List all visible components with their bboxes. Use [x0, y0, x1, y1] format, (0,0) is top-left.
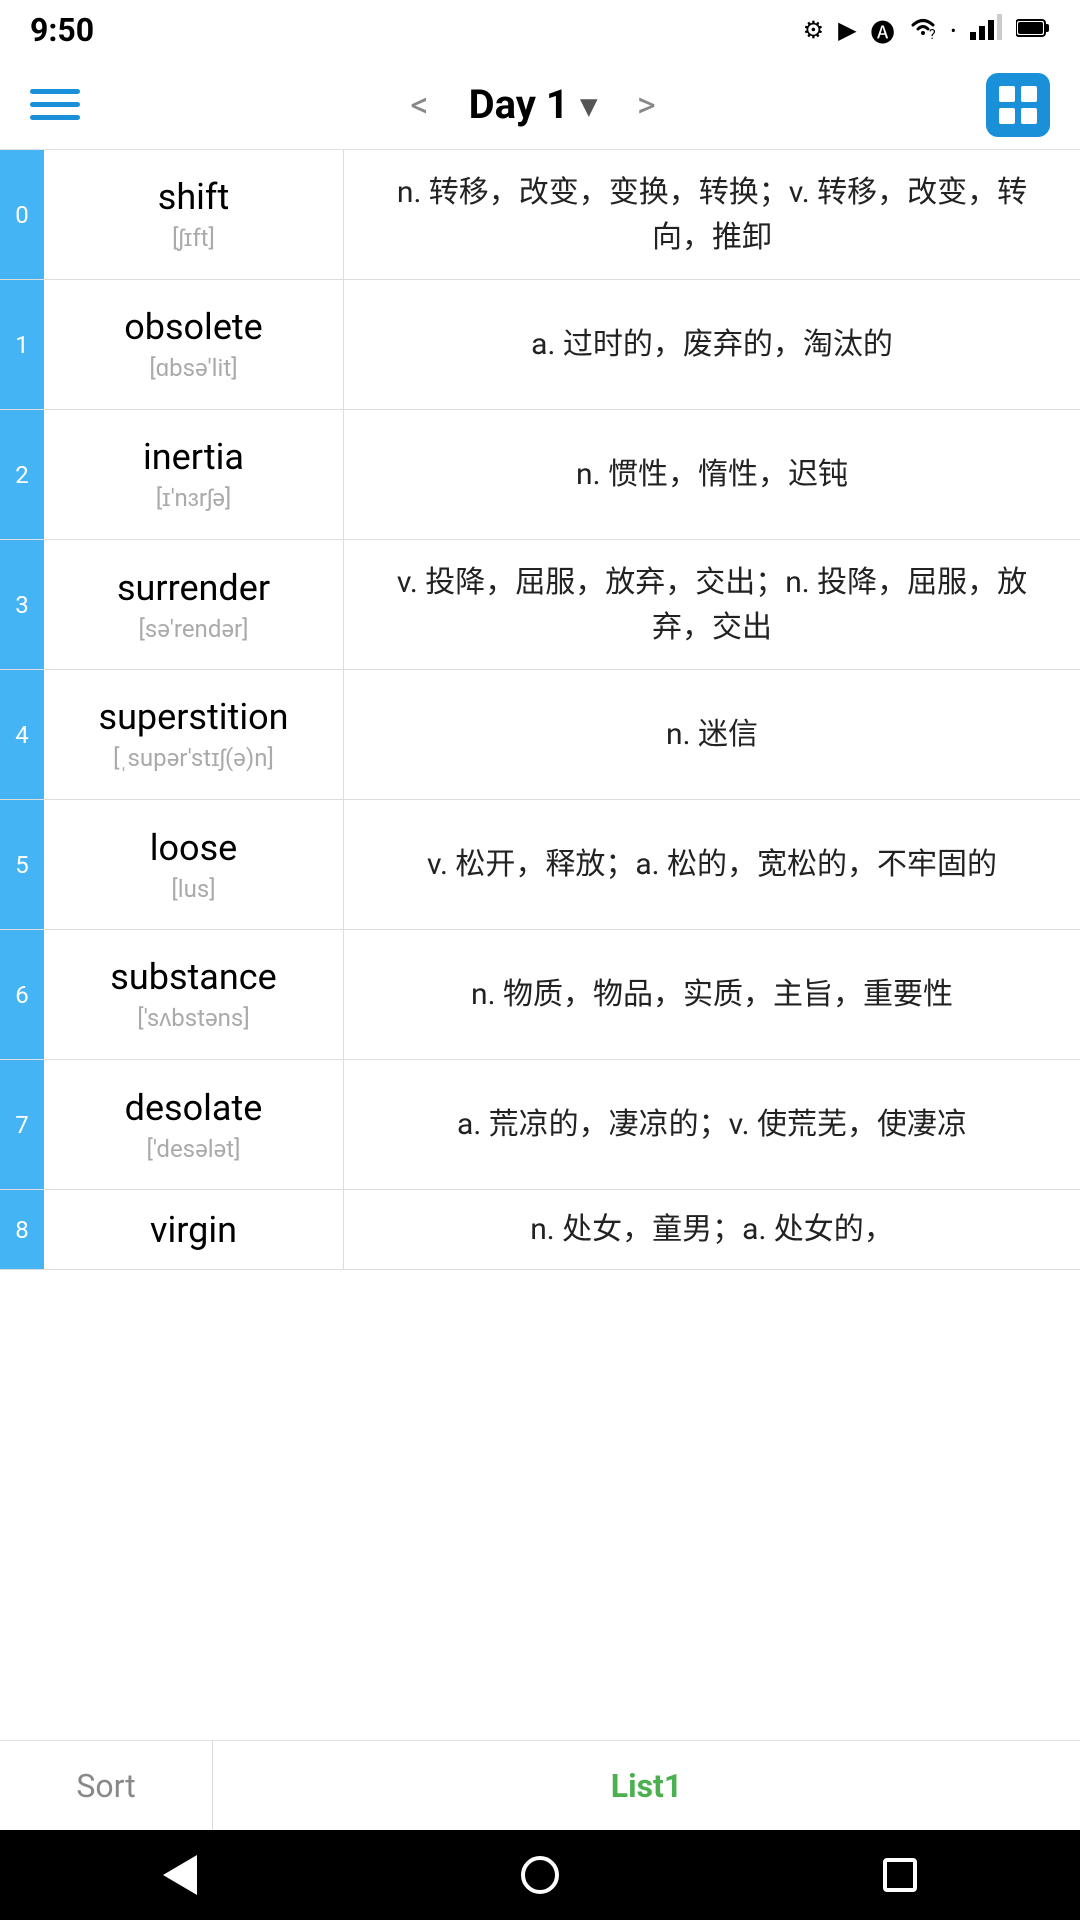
- row-word: obsolete [ɑbsə'lit]: [44, 280, 344, 409]
- back-icon: [163, 1855, 197, 1895]
- row-definition: n. 物质，物品，实质，主旨，重要性: [344, 930, 1080, 1059]
- row-definition: v. 松开，释放；a. 松的，宽松的，不牢固的: [344, 800, 1080, 929]
- home-icon: [521, 1856, 559, 1894]
- word-row[interactable]: 2 inertia [ɪ'nɜrʃə] n. 惯性，惰性，迟钝: [0, 410, 1080, 540]
- grid-view-button[interactable]: [986, 73, 1050, 137]
- word-phonetic: ['desələt]: [147, 1135, 241, 1163]
- word-row[interactable]: 3 surrender [sə'rendər] v. 投降，屈服，放弃，交出；n…: [0, 540, 1080, 670]
- sort-tab[interactable]: Sort: [0, 1741, 213, 1830]
- word-list: 0 shift [ʃɪft] n. 转移，改变，变换，转换；v. 转移，改变，转…: [0, 150, 1080, 1740]
- battery-icon: [1016, 16, 1050, 44]
- play-icon: ▶: [838, 16, 856, 44]
- row-index: 1: [0, 280, 44, 409]
- android-nav-bar: [0, 1830, 1080, 1920]
- row-definition: a. 过时的，废弃的，淘汰的: [344, 280, 1080, 409]
- word-english: virgin: [150, 1209, 237, 1251]
- word-phonetic: [sə'rendər]: [138, 615, 248, 643]
- status-icons: ⚙ ▶ 🅐 ? •: [803, 13, 1050, 48]
- row-word: superstition [ˌsupər'stɪʃ(ə)n]: [44, 670, 344, 799]
- word-row[interactable]: 6 substance ['sʌbstəns] n. 物质，物品，实质，主旨，重…: [0, 930, 1080, 1060]
- row-definition: n. 转移，改变，变换，转换；v. 转移，改变，转向，推卸: [344, 150, 1080, 279]
- word-english: obsolete: [124, 306, 263, 348]
- word-phonetic: [ʃɪft]: [172, 224, 215, 253]
- row-word: shift [ʃɪft]: [44, 150, 344, 279]
- wifi-icon: ?: [909, 15, 937, 45]
- gear-icon: ⚙: [803, 16, 825, 44]
- row-definition: n. 迷信: [344, 670, 1080, 799]
- recents-button[interactable]: [870, 1845, 930, 1905]
- word-phonetic: [ɪ'nɜrʃə]: [156, 484, 232, 513]
- list1-tab-label: List1: [611, 1767, 682, 1805]
- word-row[interactable]: 5 loose [lus] v. 松开，释放；a. 松的，宽松的，不牢固的: [0, 800, 1080, 930]
- word-english: desolate: [125, 1087, 263, 1129]
- svg-text:?: ?: [929, 27, 936, 39]
- word-english: loose: [150, 827, 238, 869]
- row-definition: a. 荒凉的，凄凉的；v. 使荒芜，使凄凉: [344, 1060, 1080, 1189]
- word-phonetic: [lus]: [171, 875, 215, 903]
- word-row[interactable]: 0 shift [ʃɪft] n. 转移，改变，变换，转换；v. 转移，改变，转…: [0, 150, 1080, 280]
- prev-day-button[interactable]: <: [400, 79, 438, 131]
- row-index: 4: [0, 670, 44, 799]
- word-phonetic: [ɑbsə'lit]: [149, 354, 237, 383]
- word-english: surrender: [117, 567, 270, 609]
- a-icon: 🅐: [871, 13, 895, 48]
- sort-tab-label: Sort: [76, 1767, 135, 1805]
- status-bar: 9:50 ⚙ ▶ 🅐 ? •: [0, 0, 1080, 60]
- bottom-tab-bar: Sort List1: [0, 1740, 1080, 1830]
- row-index: 5: [0, 800, 44, 929]
- row-index: 0: [0, 150, 44, 279]
- word-row[interactable]: 8 virgin n. 处女，童男；a. 处女的，: [0, 1190, 1080, 1270]
- next-day-button[interactable]: >: [627, 79, 666, 131]
- home-button[interactable]: [510, 1845, 570, 1905]
- row-index: 3: [0, 540, 44, 669]
- nav-center: < Day 1 ▾ >: [400, 79, 665, 131]
- hamburger-menu-button[interactable]: [30, 89, 80, 120]
- word-english: shift: [158, 176, 229, 218]
- row-definition: n. 处女，童男；a. 处女的，: [344, 1190, 1080, 1269]
- day-dropdown-icon: ▾: [581, 86, 597, 124]
- row-word: desolate ['desələt]: [44, 1060, 344, 1189]
- word-phonetic: [ˌsupər'stɪʃ(ə)n]: [113, 744, 274, 773]
- list1-tab[interactable]: List1: [213, 1741, 1080, 1830]
- word-row[interactable]: 7 desolate ['desələt] a. 荒凉的，凄凉的；v. 使荒芜，…: [0, 1060, 1080, 1190]
- word-row[interactable]: 4 superstition [ˌsupər'stɪʃ(ə)n] n. 迷信: [0, 670, 1080, 800]
- dot-icon: •: [951, 21, 956, 40]
- status-time: 9:50: [30, 11, 94, 49]
- row-word: surrender [sə'rendər]: [44, 540, 344, 669]
- row-index: 6: [0, 930, 44, 1059]
- word-row[interactable]: 1 obsolete [ɑbsə'lit] a. 过时的，废弃的，淘汰的: [0, 280, 1080, 410]
- row-word: substance ['sʌbstəns]: [44, 930, 344, 1059]
- row-word: loose [lus]: [44, 800, 344, 929]
- signal-icon: [970, 14, 1002, 46]
- row-index: 8: [0, 1190, 44, 1269]
- word-english: inertia: [143, 436, 244, 478]
- nav-bar: < Day 1 ▾ >: [0, 60, 1080, 150]
- word-english: substance: [110, 956, 276, 998]
- word-phonetic: ['sʌbstəns]: [137, 1004, 249, 1033]
- word-english: superstition: [99, 696, 289, 738]
- day-title[interactable]: Day 1 ▾: [469, 81, 597, 128]
- row-word: inertia [ɪ'nɜrʃə]: [44, 410, 344, 539]
- row-index: 2: [0, 410, 44, 539]
- row-definition: v. 投降，屈服，放弃，交出；n. 投降，屈服，放弃，交出: [344, 540, 1080, 669]
- row-definition: n. 惯性，惰性，迟钝: [344, 410, 1080, 539]
- row-index: 7: [0, 1060, 44, 1189]
- row-word: virgin: [44, 1190, 344, 1269]
- back-button[interactable]: [150, 1845, 210, 1905]
- recents-icon: [883, 1858, 917, 1892]
